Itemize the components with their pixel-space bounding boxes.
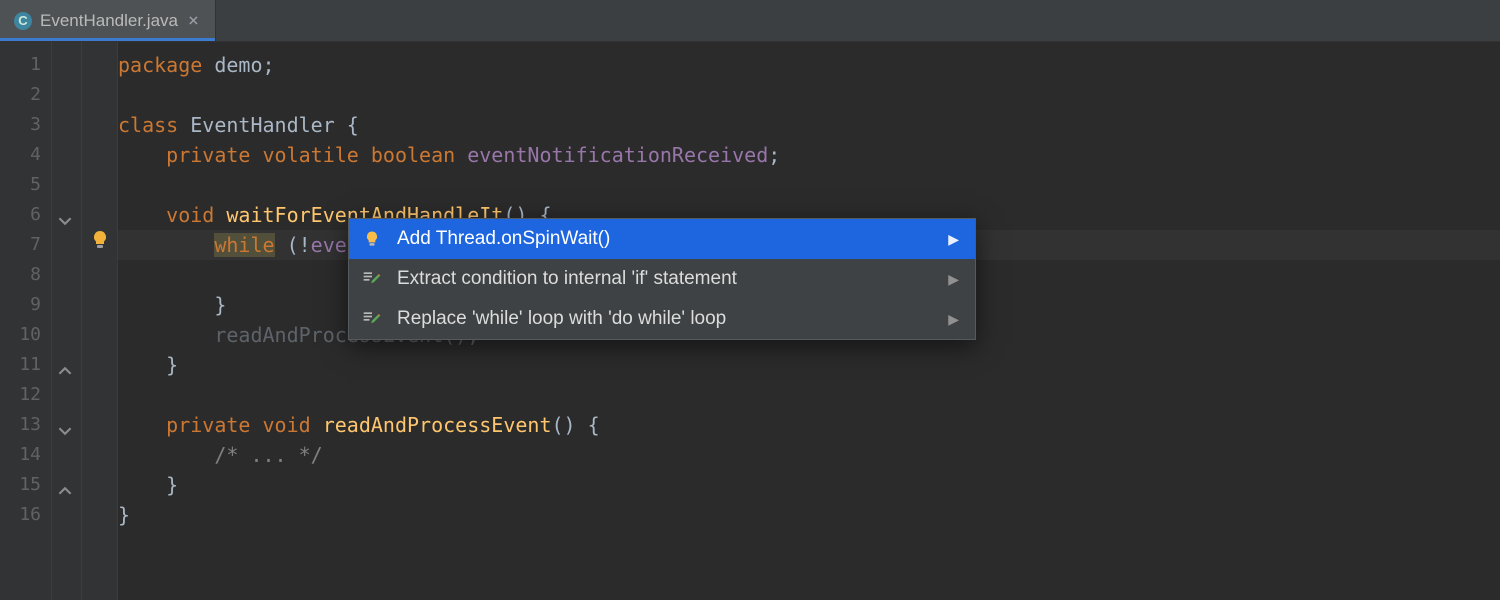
fold-end-icon[interactable] [58, 364, 72, 378]
line-number: 11 [0, 350, 41, 380]
fold-end-icon[interactable] [58, 484, 72, 498]
line-number: 3 [0, 110, 41, 140]
submenu-arrow-icon: ▶ [948, 271, 959, 288]
class-file-icon: C [14, 12, 32, 30]
line-number: 4 [0, 140, 41, 170]
bulb-icon [361, 228, 383, 250]
pencil-icon [361, 308, 383, 330]
line-number: 10 [0, 320, 41, 350]
line-number: 15 [0, 470, 41, 500]
intention-popup[interactable]: Add Thread.onSpinWait() ▶ Extract condit… [348, 218, 976, 340]
line-number: 13 [0, 410, 41, 440]
fold-start-icon[interactable] [58, 214, 72, 228]
code-line: package demo; [118, 50, 275, 80]
code-line: } [118, 350, 178, 380]
code-line: private void readAndProcessEvent() { [118, 410, 600, 440]
line-number: 12 [0, 380, 41, 410]
tab-bar: C EventHandler.java × [0, 0, 1500, 42]
intention-item-label: Extract condition to internal 'if' state… [397, 268, 737, 290]
code-line: class EventHandler { [118, 110, 359, 140]
fold-start-icon[interactable] [58, 424, 72, 438]
code-line: /* ... */ [118, 440, 323, 470]
line-number-gutter: 1 2 3 4 5 6 7 8 9 10 11 12 13 14 15 16 [0, 42, 52, 600]
line-number: 9 [0, 290, 41, 320]
submenu-arrow-icon: ▶ [948, 311, 959, 328]
intention-item-label: Add Thread.onSpinWait() [397, 228, 610, 250]
line-number: 7 [0, 230, 41, 260]
pencil-icon [361, 268, 383, 290]
code-line: } [118, 470, 178, 500]
line-number: 2 [0, 80, 41, 110]
line-number: 8 [0, 260, 41, 290]
close-tab-icon[interactable]: × [186, 12, 201, 30]
line-number: 5 [0, 170, 41, 200]
line-number: 1 [0, 50, 41, 80]
intention-item-add-onspinwait[interactable]: Add Thread.onSpinWait() ▶ [349, 219, 975, 259]
intention-item-label: Replace 'while' loop with 'do while' loo… [397, 308, 726, 330]
intention-item-extract-condition[interactable]: Extract condition to internal 'if' state… [349, 259, 975, 299]
line-number: 6 [0, 200, 41, 230]
code-line: } [118, 500, 130, 530]
fold-gutter [52, 42, 82, 600]
intention-item-replace-while[interactable]: Replace 'while' loop with 'do while' loo… [349, 299, 975, 339]
icon-gutter [82, 42, 118, 600]
submenu-arrow-icon: ▶ [948, 231, 959, 248]
code-line: private volatile boolean eventNotificati… [118, 140, 780, 170]
line-number: 16 [0, 500, 41, 530]
code-line: } [118, 290, 226, 320]
intention-bulb-icon[interactable] [88, 228, 112, 252]
editor-tab[interactable]: C EventHandler.java × [0, 0, 216, 41]
line-number: 14 [0, 440, 41, 470]
tab-filename: EventHandler.java [40, 11, 178, 31]
